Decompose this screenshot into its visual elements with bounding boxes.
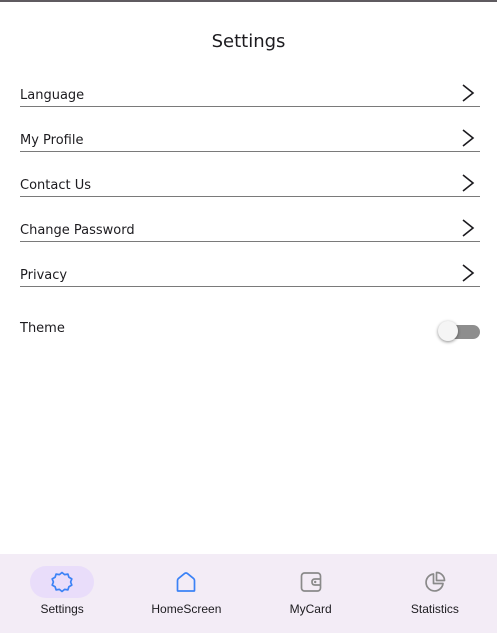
toggle-thumb [438,321,458,341]
settings-item-label: Privacy [20,268,68,283]
nav-item-mycard[interactable]: MyCard [249,554,373,633]
divider [20,286,480,287]
settings-item-label: Change Password [20,223,135,238]
nav-label: MyCard [289,602,332,616]
bottom-nav: Settings HomeScreen MyCard Statistics [0,554,497,633]
top-border [0,0,497,2]
page-title: Settings [211,31,286,52]
home-icon [177,572,196,592]
theme-row: Theme [20,316,480,342]
settings-icon [51,571,73,593]
settings-item-label: Language [20,88,85,103]
theme-toggle[interactable] [438,320,480,341]
chevron-right-icon [462,264,475,282]
chevron-right-icon [462,219,475,237]
nav-item-statistics[interactable]: Statistics [373,554,497,633]
chevron-right-icon [462,84,475,102]
settings-item-privacy[interactable]: Privacy [20,242,480,287]
chevron-right-icon [462,174,475,192]
nav-label: Statistics [410,602,459,616]
settings-item-label: Contact Us [20,178,91,193]
chevron-right-icon [462,129,475,147]
settings-item-label: My Profile [20,133,84,148]
settings-item-change-password[interactable]: Change Password [20,197,480,242]
settings-item-my-profile[interactable]: My Profile [20,107,480,152]
pie-chart-icon [425,571,446,592]
settings-item-contact-us[interactable]: Contact Us [20,152,480,197]
settings-item-language[interactable]: Language [20,62,480,107]
nav-label: Settings [40,602,84,616]
settings-list: Language My Profile Contact Us Change Pa… [20,62,480,287]
wallet-icon [300,572,321,592]
nav-item-homescreen[interactable]: HomeScreen [124,554,248,633]
theme-label: Theme [20,321,65,336]
nav-label: HomeScreen [151,602,222,616]
nav-item-settings[interactable]: Settings [0,554,124,633]
